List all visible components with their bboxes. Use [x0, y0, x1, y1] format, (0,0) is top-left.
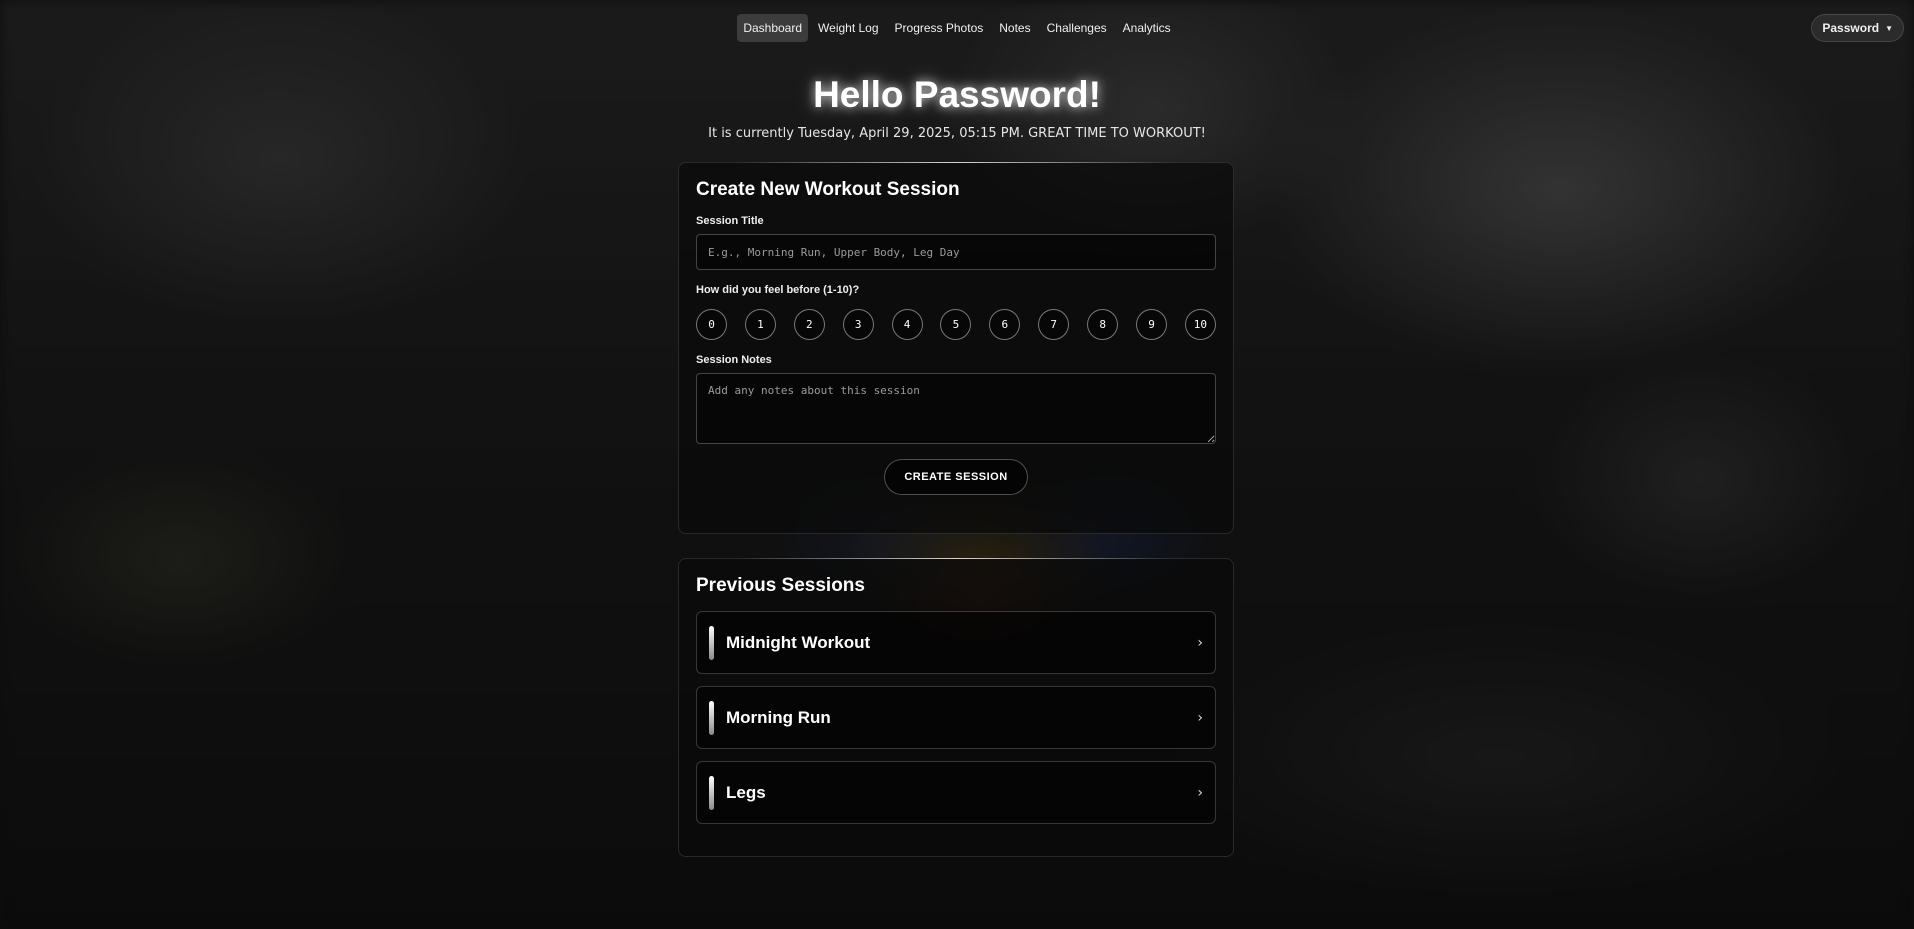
create-session-title: Create New Workout Session: [696, 179, 960, 200]
session-notes-textarea[interactable]: [696, 373, 1216, 444]
caret-down-icon: ▼: [1885, 23, 1893, 33]
greeting-heading: Hello Password!: [813, 74, 1101, 115]
previous-sessions-title: Previous Sessions: [696, 575, 865, 596]
rating-8-button[interactable]: 8: [1087, 309, 1119, 340]
top-navigation: Dashboard Weight Log Progress Photos Not…: [0, 0, 1914, 56]
session-accent-bar: [709, 775, 714, 810]
rating-4-button[interactable]: 4: [891, 309, 923, 340]
session-notes-label: Session Notes: [696, 354, 772, 366]
session-accent-bar: [709, 625, 714, 660]
chevron-right-icon: ›: [1197, 634, 1203, 651]
previous-sessions-card: Previous Sessions Midnight Workout › Mor…: [678, 558, 1234, 857]
nav-progress-photos[interactable]: Progress Photos: [889, 14, 990, 42]
session-title-input[interactable]: [696, 234, 1216, 270]
create-session-button[interactable]: CREATE SESSION: [884, 459, 1028, 495]
nav-analytics[interactable]: Analytics: [1117, 14, 1177, 42]
nav-notes[interactable]: Notes: [993, 14, 1036, 42]
session-title-label: Session Title: [696, 215, 764, 227]
session-name: Morning Run: [726, 707, 831, 727]
feel-rating-label: How did you feel before (1-10)?: [696, 284, 860, 296]
session-item-midnight-workout[interactable]: Midnight Workout ›: [696, 611, 1216, 674]
rating-2-button[interactable]: 2: [793, 309, 825, 340]
chevron-right-icon: ›: [1197, 709, 1203, 726]
hero-header: Hello Password! It is currently Tuesday,…: [0, 74, 1914, 141]
session-accent-bar: [709, 700, 714, 735]
rating-9-button[interactable]: 9: [1136, 309, 1168, 340]
current-datetime-text: It is currently Tuesday, April 29, 2025,…: [708, 126, 1206, 141]
rating-5-button[interactable]: 5: [940, 309, 972, 340]
nav-links: Dashboard Weight Log Progress Photos Not…: [737, 14, 1176, 42]
rating-10-button[interactable]: 10: [1184, 309, 1216, 340]
session-name: Midnight Workout: [726, 632, 871, 652]
nav-weight-log[interactable]: Weight Log: [812, 14, 885, 42]
session-name: Legs: [726, 782, 766, 802]
user-name: Password: [1822, 21, 1880, 35]
create-session-card: Create New Workout Session Session Title…: [678, 162, 1234, 534]
rating-6-button[interactable]: 6: [989, 309, 1021, 340]
user-menu-button[interactable]: Password ▼: [1811, 14, 1904, 42]
nav-dashboard[interactable]: Dashboard: [737, 14, 809, 42]
rating-0-button[interactable]: 0: [696, 309, 727, 340]
rating-3-button[interactable]: 3: [842, 309, 874, 340]
nav-challenges[interactable]: Challenges: [1041, 14, 1113, 42]
session-item-legs[interactable]: Legs ›: [696, 761, 1216, 824]
rating-7-button[interactable]: 7: [1038, 309, 1070, 340]
feel-rating-group: 0 1 2 3 4 5 6 7 8 9 10: [696, 309, 1216, 340]
session-item-morning-run[interactable]: Morning Run ›: [696, 686, 1216, 749]
rating-1-button[interactable]: 1: [744, 309, 776, 340]
chevron-right-icon: ›: [1197, 784, 1203, 801]
